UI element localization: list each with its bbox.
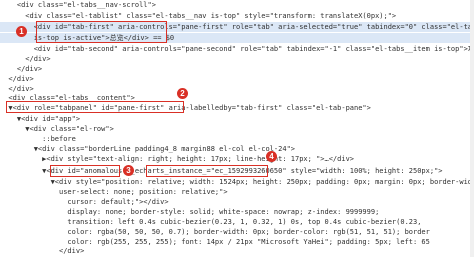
dom-tree-line[interactable]: </div>	[0, 246, 474, 256]
dom-tree-line[interactable]: user-select: none; position: relative;">	[0, 187, 474, 197]
dom-tree-line[interactable]: <div class="el-tabs__nav-scroll">	[0, 0, 474, 10]
dom-tree-line[interactable]: display: none; border-style: solid; whit…	[0, 207, 474, 217]
dom-tree-line[interactable]: cursor: default;"></div>	[0, 197, 474, 207]
dom-tree-line[interactable]: ▶<div style="text-align: right; height: …	[0, 154, 474, 164]
dom-tree-line[interactable]: color: rgba(50, 50, 50, 0.7); border-wid…	[0, 227, 474, 237]
dom-tree-line[interactable]: </div>	[0, 54, 474, 64]
dom-tree-line[interactable]: ▼<div class="el-row">	[0, 124, 474, 134]
annotation-box-echarts-instance	[146, 165, 268, 177]
vertical-scrollbar[interactable]	[470, 0, 474, 257]
dom-tree-line[interactable]: </div>	[0, 64, 474, 74]
callout-badge-4: 4	[266, 151, 277, 162]
annotation-box-anomalous	[50, 165, 120, 177]
dom-tree-line[interactable]: ▼<div style="position: relative; width: …	[0, 177, 474, 187]
callout-badge-1: 1	[16, 26, 27, 37]
dom-tree-line[interactable]: <div class="el-tablist" class="el-tabs__…	[0, 11, 474, 21]
callout-badge-2: 2	[177, 88, 188, 99]
dom-tree-line[interactable]: </div>	[0, 74, 474, 84]
callout-badge-3: 3	[123, 165, 134, 176]
dom-tree-line[interactable]: transition: left 0.4s cubic-bezier(0.23,…	[0, 217, 474, 227]
dom-tree-line[interactable]: <div id="tab-second" aria-controls="pane…	[0, 44, 474, 54]
dom-tree-line[interactable]: ▼<div id="app">	[0, 114, 474, 124]
annotation-box-tab-first	[36, 21, 167, 43]
dom-tree-line[interactable]: ::before	[0, 134, 474, 144]
annotation-box-pane-first	[6, 101, 184, 113]
dom-tree-line[interactable]: ▼<div class="borderLine padding4_8 margi…	[0, 144, 474, 154]
